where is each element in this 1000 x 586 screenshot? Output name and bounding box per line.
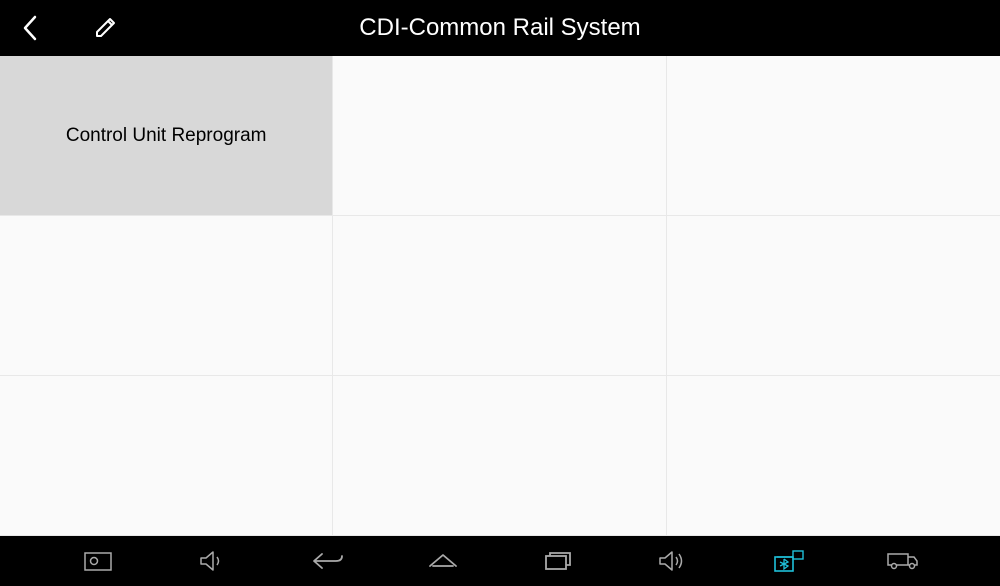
page-title: CDI-Common Rail System <box>0 14 1000 42</box>
edit-button[interactable] <box>92 14 120 42</box>
header-left <box>0 14 120 42</box>
grid-item-control-unit-reprogram[interactable]: Control Unit Reprogram <box>0 56 333 216</box>
volume-down-button[interactable] <box>193 547 233 575</box>
menu-grid: Control Unit Reprogram <box>0 56 1000 536</box>
header: CDI-Common Rail System <box>0 0 1000 56</box>
vehicle-button[interactable] <box>883 547 923 575</box>
truck-icon <box>886 551 920 571</box>
nav-back-button[interactable] <box>308 547 348 575</box>
volume-down-icon <box>199 550 227 572</box>
grid-item[interactable] <box>667 376 1000 536</box>
grid-item[interactable] <box>0 216 333 376</box>
camera-icon <box>83 550 113 572</box>
pencil-icon <box>93 15 119 41</box>
grid-item[interactable] <box>333 56 666 216</box>
nav-home-button[interactable] <box>423 547 463 575</box>
grid-item[interactable] <box>333 376 666 536</box>
bluetooth-device-icon <box>771 549 805 573</box>
grid-item[interactable] <box>667 56 1000 216</box>
grid-item[interactable] <box>333 216 666 376</box>
volume-up-icon <box>658 550 688 572</box>
grid-item[interactable] <box>667 216 1000 376</box>
camera-button[interactable] <box>78 547 118 575</box>
volume-up-button[interactable] <box>653 547 693 575</box>
chevron-left-icon <box>20 14 40 42</box>
grid-item[interactable] <box>0 376 333 536</box>
nav-back-icon <box>312 552 344 570</box>
navigation-bar <box>0 536 1000 586</box>
nav-home-icon <box>428 552 458 570</box>
nav-recent-button[interactable] <box>538 547 578 575</box>
bluetooth-button[interactable] <box>768 547 808 575</box>
grid-item-label: Control Unit Reprogram <box>66 125 267 147</box>
nav-recent-icon <box>544 551 572 571</box>
back-button[interactable] <box>16 14 44 42</box>
